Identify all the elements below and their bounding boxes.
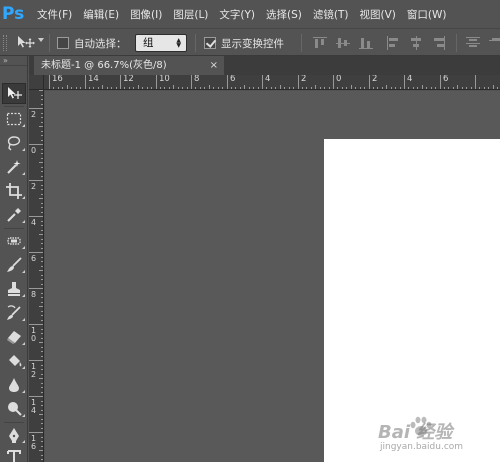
divider	[195, 34, 196, 52]
ruler-label: 16	[52, 75, 63, 84]
menu-edit[interactable]: 编辑(E)	[83, 7, 119, 22]
auto-select-dropdown[interactable]: 组 ▲ ▼	[135, 34, 187, 52]
ruler-label: 10	[159, 75, 170, 84]
options-bar: 自动选择： 组 ▲ ▼ 显示变换控件	[0, 28, 500, 56]
ruler-label: 1 2	[31, 362, 37, 379]
align-horizontal-center-icon[interactable]	[409, 36, 423, 50]
lasso-tool-icon[interactable]	[2, 132, 26, 153]
menu-image[interactable]: 图像(I)	[130, 7, 162, 22]
document-tab-title: 未标题-1 @ 66.7%(灰色/8)	[41, 60, 167, 71]
align-left-icon[interactable]	[386, 36, 400, 50]
photoshop-window: Ps 文件(F) 编辑(E) 图像(I) 图层(L) 文字(Y) 选择(S) 滤…	[0, 0, 500, 462]
ruler-label: 2	[372, 75, 378, 84]
distribute-center-icon[interactable]	[489, 36, 500, 50]
align-bottom-icon[interactable]	[359, 36, 373, 50]
divider	[49, 34, 50, 52]
menu-layer[interactable]: 图层(L)	[173, 7, 208, 22]
ruler-label: 1 4	[31, 398, 37, 415]
ruler-label: 4	[407, 75, 413, 84]
vertical-ruler[interactable]: 2 0 2 4 6 8 1 0 1 2 1 4 1 6	[29, 90, 44, 462]
move-tool-icon[interactable]	[2, 83, 26, 104]
ruler-origin[interactable]	[29, 75, 44, 90]
ruler-label: 0	[31, 146, 37, 155]
ps-logo[interactable]: Ps	[0, 0, 26, 28]
ruler-label: 2	[31, 110, 37, 119]
blur-tool-icon[interactable]	[2, 374, 26, 395]
options-bar-grip[interactable]	[3, 35, 7, 51]
align-right-icon[interactable]	[432, 36, 446, 50]
ruler-label: 4	[265, 75, 271, 84]
baidu-paw-icon	[410, 416, 432, 436]
menu-filter[interactable]: 滤镜(T)	[313, 7, 349, 22]
pen-tool-icon[interactable]	[2, 424, 26, 445]
ruler-label: 1 0	[31, 326, 37, 343]
magic-wand-tool-icon[interactable]	[2, 156, 26, 177]
ruler-label: 6	[230, 75, 236, 84]
menu-view[interactable]: 视图(V)	[359, 7, 395, 22]
align-vertical-center-icon[interactable]	[336, 36, 350, 50]
menu-window[interactable]: 窗口(W)	[407, 7, 447, 22]
auto-select-checkbox[interactable]	[57, 37, 69, 49]
eyedropper-tool-icon[interactable]	[2, 204, 26, 225]
document-canvas[interactable]	[324, 139, 500, 462]
menu-select[interactable]: 选择(S)	[266, 7, 302, 22]
document-tab[interactable]: 未标题-1 @ 66.7%(灰色/8) ×	[34, 56, 224, 75]
paint-bucket-tool-icon[interactable]	[2, 350, 26, 371]
ruler-label: 2	[31, 182, 37, 191]
ruler-label: 12	[123, 75, 134, 84]
toolbox-header[interactable]: »	[0, 56, 27, 66]
ruler-label: 0	[336, 75, 342, 84]
ruler-label: 8	[194, 75, 200, 84]
crop-tool-icon[interactable]	[2, 180, 26, 201]
history-brush-tool-icon[interactable]	[2, 302, 26, 323]
eraser-tool-icon[interactable]	[2, 326, 26, 347]
marquee-tool-icon[interactable]	[2, 108, 26, 129]
divider	[301, 34, 302, 52]
horizontal-ruler[interactable]: 16 14 12 10 8 6 4 2 0 2 4 6	[44, 75, 500, 90]
dodge-tool-icon[interactable]	[2, 398, 26, 419]
show-transform-checkbox[interactable]	[204, 37, 216, 49]
toolbox: »	[0, 56, 28, 462]
ruler-label: 1 6	[31, 434, 37, 451]
align-top-icon[interactable]	[313, 36, 327, 50]
tool-preset-dropdown[interactable]	[38, 38, 44, 42]
brush-tool-icon[interactable]	[2, 254, 26, 275]
document-tab-bar: 未标题-1 @ 66.7%(灰色/8) ×	[29, 56, 500, 75]
ruler-label: 2	[301, 75, 307, 84]
ruler-label: 4	[31, 218, 37, 227]
watermark: Bai 经验 jingyan.baidu.com	[376, 416, 496, 456]
healing-brush-tool-icon[interactable]	[2, 230, 26, 251]
menu-type[interactable]: 文字(Y)	[219, 7, 255, 22]
menu-file[interactable]: 文件(F)	[37, 7, 72, 22]
ruler-label: 8	[31, 290, 37, 299]
divider	[456, 34, 457, 52]
clone-stamp-tool-icon[interactable]	[2, 278, 26, 299]
distribute-top-icon[interactable]	[466, 36, 480, 50]
move-tool-icon[interactable]	[16, 35, 36, 51]
type-tool-icon[interactable]	[2, 446, 26, 462]
watermark-url: jingyan.baidu.com	[380, 442, 464, 452]
show-transform-label: 显示变换控件	[221, 38, 284, 50]
dropdown-arrows-icon: ▲ ▼	[176, 37, 181, 49]
close-icon[interactable]: ×	[210, 56, 218, 75]
auto-select-label: 自动选择：	[74, 38, 127, 50]
auto-select-value: 组	[143, 37, 154, 49]
ruler-label: 6	[443, 75, 449, 84]
collapse-icon[interactable]: »	[3, 56, 8, 65]
menu-bar: Ps 文件(F) 编辑(E) 图像(I) 图层(L) 文字(Y) 选择(S) 滤…	[0, 0, 500, 28]
ruler-label: 14	[88, 75, 99, 84]
ruler-label: 6	[31, 254, 37, 263]
